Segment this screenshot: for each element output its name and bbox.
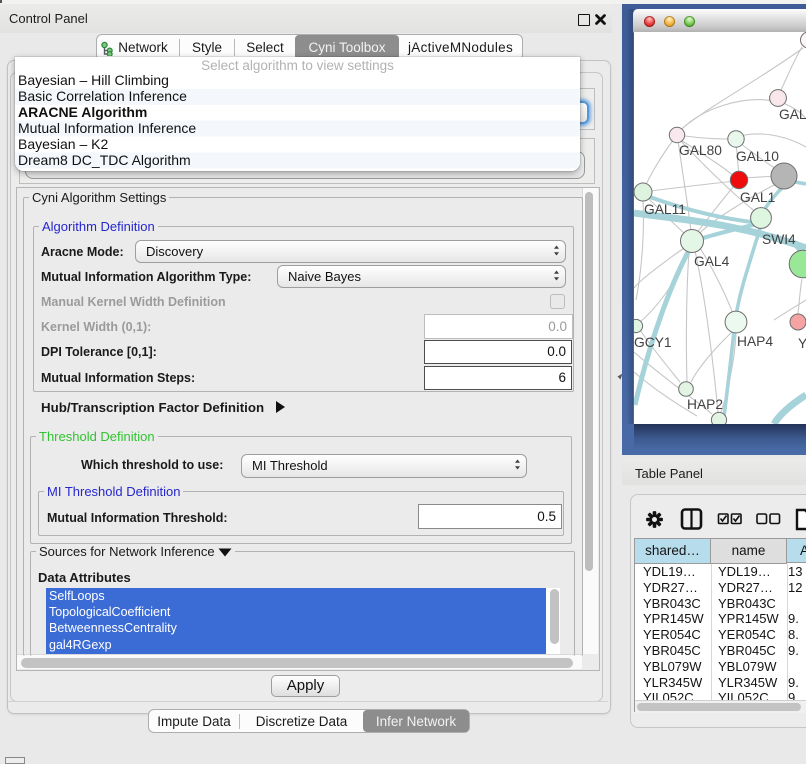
svg-text:Y: Y bbox=[798, 336, 806, 351]
svg-text:SWI4: SWI4 bbox=[762, 232, 796, 247]
svg-text:GAL4: GAL4 bbox=[694, 254, 730, 269]
svg-text:GCY1: GCY1 bbox=[634, 335, 672, 350]
svg-text:GAL11: GAL11 bbox=[644, 202, 686, 217]
svg-text:GAL: GAL bbox=[779, 107, 806, 122]
svg-text:HAP2: HAP2 bbox=[687, 397, 723, 412]
svg-text:GAL1: GAL1 bbox=[740, 190, 775, 205]
svg-text:GAL10: GAL10 bbox=[736, 149, 779, 164]
svg-text:HAP4: HAP4 bbox=[737, 334, 773, 349]
svg-text:GAL80: GAL80 bbox=[679, 143, 722, 158]
